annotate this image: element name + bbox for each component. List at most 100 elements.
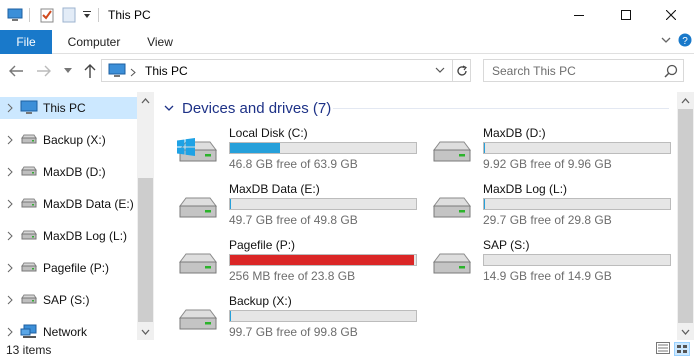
drive-icon <box>20 260 38 277</box>
hard-drive-icon <box>429 192 475 225</box>
divider <box>29 8 30 22</box>
drive-name: Pagefile (P:) <box>229 238 296 252</box>
svg-text:?: ? <box>682 36 688 47</box>
usage-bar-fill <box>230 143 280 153</box>
expand-chevron-icon[interactable] <box>6 102 14 114</box>
nav-item-sap[interactable]: SAP (S:) <box>0 289 138 311</box>
breadcrumb-this-pc[interactable]: This PC <box>145 64 188 78</box>
nav-item-backup[interactable]: Backup (X:) <box>0 129 138 151</box>
scrollbar-thumb[interactable] <box>138 178 153 322</box>
address-dropdown-icon[interactable] <box>434 64 448 78</box>
nav-item-network[interactable]: Network <box>0 321 138 340</box>
expand-chevron-icon[interactable] <box>6 166 14 178</box>
drive-free-space: 99.7 GB free of 99.8 GB <box>229 325 358 339</box>
properties-icon[interactable] <box>38 6 56 24</box>
content-scrollbar[interactable] <box>677 92 694 340</box>
usage-bar <box>229 310 417 322</box>
drive-name: Local Disk (C:) <box>229 126 308 140</box>
nav-item-this-pc[interactable]: This PC <box>0 97 138 119</box>
nav-label: Pagefile (P:) <box>43 261 110 275</box>
scroll-up-icon[interactable] <box>137 92 154 109</box>
scroll-down-icon[interactable] <box>137 323 154 340</box>
up-button[interactable] <box>80 61 100 81</box>
windows-logo-icon <box>177 138 195 159</box>
search-placeholder: Search This PC <box>492 64 576 78</box>
nav-label: This PC <box>43 101 86 115</box>
nav-item-pagefile[interactable]: Pagefile (P:) <box>0 257 138 279</box>
collapse-chevron-icon[interactable] <box>164 101 174 115</box>
item-count: 13 items <box>6 343 52 357</box>
tab-computer[interactable]: Computer <box>60 30 128 54</box>
close-button[interactable] <box>648 0 694 30</box>
app-computer-icon[interactable] <box>6 6 24 24</box>
nav-item-maxdb[interactable]: MaxDB (D:) <box>0 161 138 183</box>
hard-drive-icon <box>429 136 475 169</box>
drive-icon <box>20 228 38 245</box>
drive-free-space: 14.9 GB free of 14.9 GB <box>483 269 612 283</box>
drive-tile[interactable]: MaxDB (D:) 9.92 GB free of 9.96 GB <box>429 126 679 174</box>
search-input[interactable]: Search This PC <box>483 59 684 82</box>
ribbon-tabs: File Computer View ? <box>0 30 694 54</box>
nav-label: Backup (X:) <box>43 133 106 147</box>
usage-bar <box>483 254 671 266</box>
drive-tile[interactable]: MaxDB Data (E:) 49.7 GB free of 49.8 GB <box>175 182 425 230</box>
details-view-icon[interactable] <box>656 342 672 356</box>
tab-view[interactable]: View <box>136 30 184 54</box>
drive-name: MaxDB Log (L:) <box>483 182 568 196</box>
computer-icon <box>20 100 38 118</box>
new-folder-icon[interactable] <box>60 6 78 24</box>
usage-bar <box>229 254 417 266</box>
expand-chevron-icon[interactable] <box>6 134 14 146</box>
maximize-button[interactable] <box>603 0 649 30</box>
drive-tile[interactable]: Backup (X:) 99.7 GB free of 99.8 GB <box>175 294 425 342</box>
hard-drive-icon <box>175 248 221 281</box>
customize-toolbar-icon[interactable] <box>81 6 93 24</box>
hard-drive-icon <box>175 304 221 337</box>
expand-ribbon-icon[interactable] <box>660 34 672 49</box>
large-icons-view-icon[interactable] <box>674 342 690 356</box>
scroll-down-icon[interactable] <box>677 323 694 340</box>
group-title: Devices and drives (7) <box>182 99 332 117</box>
navigation-pane: This PC Backup (X:) MaxDB (D:) MaxDB Dat… <box>0 92 154 340</box>
drive-icon <box>20 132 38 149</box>
help-icon[interactable]: ? <box>678 33 692 50</box>
forward-button[interactable] <box>34 61 54 81</box>
status-bar: 13 items <box>0 340 694 358</box>
nav-item-maxdb-log[interactable]: MaxDB Log (L:) <box>0 225 138 247</box>
refresh-icon[interactable] <box>452 60 470 81</box>
scroll-up-icon[interactable] <box>677 92 694 109</box>
recent-locations-button[interactable] <box>62 61 74 81</box>
hard-drive-icon <box>429 248 475 281</box>
nav-scrollbar[interactable] <box>137 92 154 340</box>
group-header[interactable]: Devices and drives (7) <box>164 98 331 118</box>
drive-free-space: 46.8 GB free of 63.9 GB <box>229 157 358 171</box>
window-title: This PC <box>108 8 151 22</box>
nav-label: MaxDB Data (E:) <box>43 197 134 211</box>
breadcrumb-chevron-icon[interactable] <box>130 66 136 80</box>
network-icon <box>20 324 38 340</box>
divider <box>98 8 99 22</box>
nav-item-maxdb-data[interactable]: MaxDB Data (E:) <box>0 193 138 215</box>
drive-tile[interactable]: Pagefile (P:) 256 MB free of 23.8 GB <box>175 238 425 286</box>
minimize-button[interactable] <box>556 0 602 30</box>
tab-file[interactable]: File <box>0 30 52 54</box>
back-button[interactable] <box>6 61 26 81</box>
drive-icon <box>20 196 38 213</box>
expand-chevron-icon[interactable] <box>6 198 14 210</box>
nav-label: MaxDB Log (L:) <box>43 229 128 243</box>
drive-tile[interactable]: Local Disk (C:) 46.8 GB free of 63.9 GB <box>175 126 425 174</box>
drive-tile[interactable]: MaxDB Log (L:) 29.7 GB free of 29.8 GB <box>429 182 679 230</box>
usage-bar-fill <box>484 199 485 209</box>
group-divider <box>333 108 669 109</box>
expand-chevron-icon[interactable] <box>6 262 14 274</box>
drive-tile[interactable]: SAP (S:) 14.9 GB free of 14.9 GB <box>429 238 679 286</box>
drive-free-space: 29.7 GB free of 29.8 GB <box>483 213 612 227</box>
expand-chevron-icon[interactable] <box>6 230 14 242</box>
usage-bar-fill <box>230 255 415 265</box>
expand-chevron-icon[interactable] <box>6 294 14 306</box>
scrollbar-thumb[interactable] <box>678 109 693 323</box>
drive-icon <box>20 164 38 181</box>
address-bar[interactable]: This PC <box>101 59 471 82</box>
search-icon <box>664 64 678 81</box>
expand-chevron-icon[interactable] <box>6 326 14 338</box>
